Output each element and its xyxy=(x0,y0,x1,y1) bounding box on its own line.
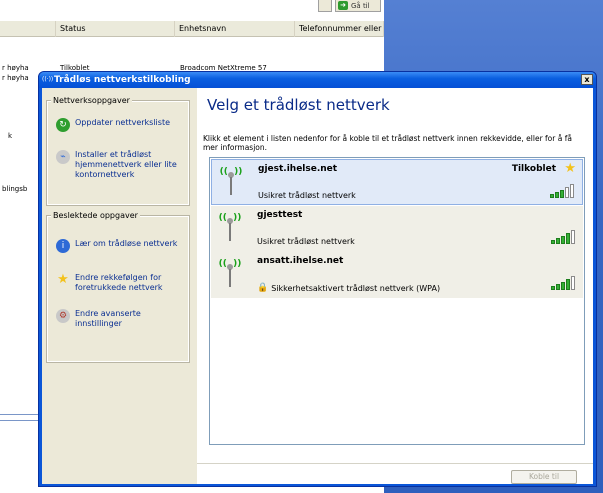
network-name: gjesttest xyxy=(257,210,303,220)
signal-bar xyxy=(571,276,575,290)
wireless-antenna-icon: (( )) xyxy=(219,167,243,195)
network-security: Usikret trådløst nettverk xyxy=(257,237,355,246)
network-wizard-icon: ⌁ xyxy=(56,150,70,164)
signal-bar xyxy=(555,192,559,198)
task-label: Oppdater nettverksliste xyxy=(75,118,171,127)
wireless-antenna-icon: (( )) xyxy=(218,213,242,241)
intro-text: Klikk et element i listen nedenfor for å… xyxy=(203,134,572,152)
antenna-pole xyxy=(229,223,231,241)
go-label: Gå til xyxy=(351,1,370,10)
group-title: Nettverksoppgaver xyxy=(51,96,132,105)
task-label: Installer et trådløst hjemmenettverk ell… xyxy=(75,150,177,179)
go-arrow-icon: ➜ xyxy=(338,1,348,10)
column-name[interactable] xyxy=(0,21,56,37)
signal-bar xyxy=(571,230,575,244)
dropdown-button[interactable] xyxy=(318,0,332,12)
change-preferred-order-link[interactable]: ★ Endre rekkefølgen for foretrukkede net… xyxy=(56,273,186,293)
row-fragment[interactable]: r høyha xyxy=(2,74,29,82)
refresh-network-list-link[interactable]: ↻ Oppdater nettverksliste xyxy=(56,118,186,132)
settings-icon: ⚙ xyxy=(56,309,70,323)
divider xyxy=(0,420,40,421)
signal-bar xyxy=(560,190,564,198)
setup-wireless-network-link[interactable]: ⌁ Installer et trådløst hjemmenettverk e… xyxy=(56,150,186,180)
signal-bar xyxy=(556,284,560,290)
info-icon: i xyxy=(56,239,70,253)
signal-bar xyxy=(556,238,560,244)
task-pane: Nettverksoppgaver ↻ Oppdater nettverksli… xyxy=(42,88,197,484)
related-tasks-group: Beslektede oppgaver i Lær om trådløse ne… xyxy=(46,211,190,363)
divider xyxy=(0,414,40,415)
network-name: ansatt.ihelse.net xyxy=(257,256,344,266)
security-label: Usikret trådløst nettverk xyxy=(257,237,355,246)
antenna-pole xyxy=(229,269,231,287)
advanced-settings-link[interactable]: ⚙ Endre avanserte innstillinger xyxy=(56,309,186,329)
dialog-title: Trådløs nettverkstilkobling xyxy=(54,75,191,85)
signal-bar xyxy=(565,187,569,198)
taskbar-fragment xyxy=(0,400,40,480)
column-phone-number[interactable]: Telefonnummer eller ve xyxy=(295,21,384,37)
signal-strength xyxy=(550,184,576,198)
dialog-body: Nettverksoppgaver ↻ Oppdater nettverksli… xyxy=(42,88,593,484)
network-list[interactable]: (( )) gjest.ihelse.net Tilkoblet ★ Usikr… xyxy=(209,157,585,445)
column-device-name[interactable]: Enhetsnavn xyxy=(175,21,295,37)
star-icon: ★ xyxy=(57,272,69,287)
signal-bar xyxy=(566,279,570,290)
network-security: 🔒 Sikkerhetsaktivert trådløst nettverk (… xyxy=(257,283,440,293)
dialog-heading: Velg et trådløst nettverk xyxy=(207,96,390,114)
security-label: Usikret trådløst nettverk xyxy=(258,191,356,200)
connect-button[interactable]: Koble til xyxy=(511,470,577,484)
lock-icon: 🔒 xyxy=(257,283,269,293)
wireless-network-dialog: ((·)) Trådløs nettverkstilkobling x Nett… xyxy=(38,71,597,487)
dialog-titlebar[interactable]: ((·)) Trådløs nettverkstilkobling x xyxy=(39,72,596,88)
wireless-antenna-icon: (( )) xyxy=(218,259,242,287)
group-title: Beslektede oppgaver xyxy=(51,211,140,220)
network-name: gjest.ihelse.net xyxy=(258,164,338,174)
antenna-pole xyxy=(230,177,232,195)
network-tasks-group: Nettverksoppgaver ↻ Oppdater nettverksli… xyxy=(46,96,190,206)
row-fragment[interactable]: r høyha xyxy=(2,64,29,72)
address-toolbar: ➜ Gå til xyxy=(318,0,381,14)
task-label: Endre avanserte innstillinger xyxy=(75,309,141,328)
row-fragment[interactable]: k xyxy=(8,132,12,140)
column-header: Status Enhetsnavn Telefonnummer eller ve xyxy=(0,21,384,37)
signal-bar xyxy=(550,194,554,198)
signal-bar xyxy=(551,286,555,290)
signal-bar xyxy=(566,233,570,244)
preferred-star-icon: ★ xyxy=(564,161,576,176)
learn-wireless-link[interactable]: i Lær om trådløse nettverk xyxy=(56,239,186,253)
signal-strength xyxy=(551,276,577,290)
refresh-icon: ↻ xyxy=(56,118,70,132)
network-item[interactable]: (( )) gjesttest Usikret trådløst nettver… xyxy=(211,206,583,252)
task-label: Lær om trådløse nettverk xyxy=(75,239,178,248)
column-status[interactable]: Status xyxy=(56,21,175,37)
network-item[interactable]: (( )) ansatt.ihelse.net 🔒 Sikkerhetsakti… xyxy=(211,252,583,298)
network-item[interactable]: (( )) gjest.ihelse.net Tilkoblet ★ Usikr… xyxy=(211,159,583,205)
signal-bar xyxy=(561,282,565,290)
go-button[interactable]: ➜ Gå til xyxy=(335,0,381,12)
signal-strength xyxy=(551,230,577,244)
security-label: Sikkerhetsaktivert trådløst nettverk (WP… xyxy=(271,283,441,293)
task-label: Endre rekkefølgen for foretrukkede nettv… xyxy=(75,273,163,292)
network-security: Usikret trådløst nettverk xyxy=(258,191,356,200)
row-fragment[interactable]: blingsb xyxy=(2,185,27,193)
divider xyxy=(197,463,593,464)
signal-bar xyxy=(570,184,574,198)
signal-bar xyxy=(561,236,565,244)
signal-bar xyxy=(551,240,555,244)
wireless-icon: ((·)) xyxy=(42,76,54,83)
close-button[interactable]: x xyxy=(581,74,593,85)
connection-status: Tilkoblet xyxy=(511,164,556,174)
